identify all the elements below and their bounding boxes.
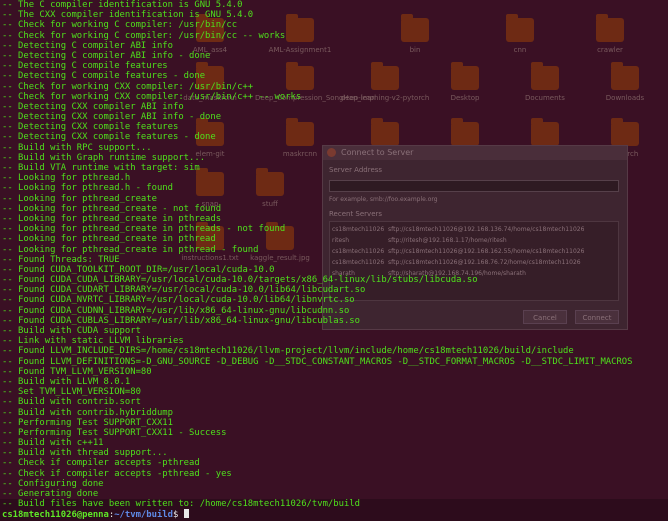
terminal-line: -- Build with RPC support... [2,142,152,153]
terminal-line: -- Found LLVM_INCLUDE_DIRS=/home/cs18mte… [2,346,574,357]
terminal-line: -- Check for working C compiler: /usr/bi… [2,20,238,31]
terminal-line: -- Looking for pthread_create in pthread… [2,213,222,224]
terminal-line: -- Check if compiler accepts -pthread - … [2,468,232,479]
terminal-line: -- Build with c++11 [2,438,104,449]
terminal-prompt[interactable]: cs18mtech11026@penna:~/tvm/build$ [2,509,666,521]
terminal-line: -- Found CUDA_TOOLKIT_ROOT_DIR=/usr/loca… [2,264,275,275]
prompt-path: ~/tvm/build [114,510,173,521]
terminal-line: -- Check for working CXX compiler: /usr/… [2,81,254,92]
terminal-line: -- Looking for pthread_create - not foun… [2,203,222,214]
terminal-line: -- Looking for pthread_create in pthread… [2,224,286,235]
terminal-line: -- Check for working C compiler: /usr/bi… [2,30,286,41]
prompt-symbol: $ [173,510,184,521]
terminal-line: -- Generating done [2,489,99,499]
terminal-line: -- Build with thread support... [2,448,168,459]
terminal-line: -- Performing Test SUPPORT_CXX11 [2,417,173,428]
terminal-line: -- Detecting C compiler ABI info - done [2,50,211,61]
terminal-line: -- Detecting C compile features [2,61,168,72]
terminal-line: -- Found CUDA_NVRTC_LIBRARY=/usr/local/c… [2,295,355,306]
text-cursor [183,509,189,519]
terminal-line: -- Check if compiler accepts -pthread [2,458,200,469]
terminal-line: -- Detecting CXX compiler ABI info [2,101,184,112]
terminal-line: -- Found CUDA_CUBLAS_LIBRARY=/usr/lib/x8… [2,315,360,326]
terminal-window[interactable]: -- The C compiler identification is GNU … [0,0,668,520]
terminal-line: -- Found TVM_LLVM_VERSION=80 [2,366,152,377]
terminal-line: -- Found CUDA_CUDNN_LIBRARY=/usr/lib/x86… [2,305,350,316]
terminal-line: -- Build files have been written to: /ho… [2,499,360,510]
terminal-line: -- Looking for pthread_create in pthread… [2,244,259,255]
terminal-line: -- Performing Test SUPPORT_CXX11 - Succe… [2,427,227,438]
terminal-line: -- Configuring done [2,478,104,489]
terminal-line: -- Detecting C compiler ABI info [2,40,173,51]
terminal-output: -- The C compiler identification is GNU … [2,0,666,509]
terminal-line: -- Build with LLVM 8.0.1 [2,376,131,387]
terminal-line: -- Looking for pthread_create [2,193,157,204]
terminal-line: -- Set TVM_LLVM_VERSION=80 [2,387,141,398]
terminal-line: -- Detecting CXX compile features - done [2,132,216,143]
terminal-line: -- Looking for pthread_create in pthread [2,234,216,245]
terminal-line: -- The CXX compiler identification is GN… [2,10,254,21]
terminal-line: -- Detecting CXX compiler ABI info - don… [2,112,222,123]
terminal-line: -- Looking for pthread.h - found [2,183,173,194]
terminal-line: -- Detecting C compile features - done [2,71,206,82]
terminal-line: -- Link with static LLVM libraries [2,336,184,347]
terminal-line: -- Found LLVM_DEFINITIONS=-D_GNU_SOURCE … [2,356,633,367]
terminal-line: -- Build VTA runtime with target: sim [2,163,200,173]
terminal-line: -- Build with Graph runtime support... [2,152,206,163]
terminal-line: -- Found CUDA_CUDA_LIBRARY=/usr/local/cu… [2,275,478,286]
terminal-line: -- Check for working CXX compiler: /usr/… [2,91,302,102]
terminal-line: -- Looking for pthread.h [2,173,131,184]
prompt-user-host: cs18mtech11026@penna [2,510,109,521]
terminal-line: -- Build with CUDA support [2,326,141,336]
terminal-line: -- Found Threads: TRUE [2,254,120,265]
terminal-line: -- Found CUDA_CUDART_LIBRARY=/usr/local/… [2,285,366,296]
terminal-line: -- The C compiler identification is GNU … [2,0,243,10]
terminal-line: -- Detecting CXX compile features [2,122,179,133]
terminal-line: -- Build with contrib.sort [2,397,141,408]
terminal-line: -- Build with contrib.hybriddump [2,407,173,418]
